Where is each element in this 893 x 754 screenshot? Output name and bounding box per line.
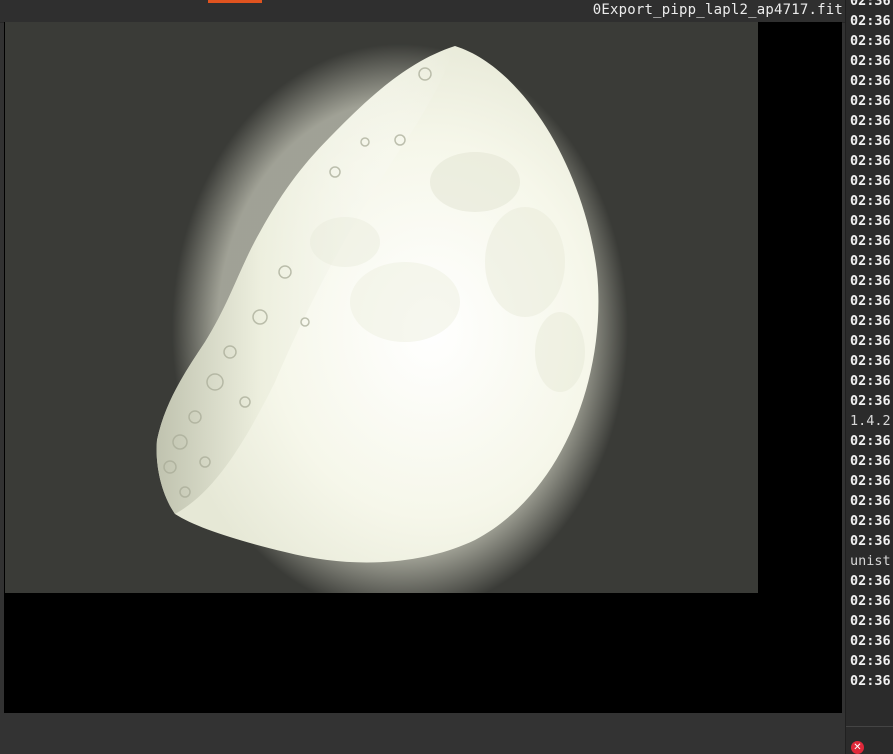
console-line: 02:36 [850,373,891,389]
console-line: 02:36 [850,213,891,229]
console-panel[interactable]: 02:36 02:36 02:36 02:36 02:36 02:36 02:36 02:36… [845,0,893,754]
console-line: 02:36 [850,313,891,329]
console-line: 02:36 [850,613,891,629]
console-line: 02:36 [850,353,891,369]
console-line: 02:36 [850,273,891,289]
console-separator [846,726,893,727]
console-line: 02:36 [850,113,891,129]
console-log: 02:36 02:36 02:36 02:36 02:36 02:36 02:36 02:36… [850,0,893,691]
viewer-bottom-bar [0,713,845,754]
console-line: 02:36 [850,173,891,189]
error-circle-icon[interactable]: ✕ [851,741,864,754]
console-line: 02:36 [850,153,891,169]
console-line: 02:36 [850,513,891,529]
console-line: 1.4.2 [850,413,891,429]
console-line: 02:36 [850,93,891,109]
console-line: 02:36 [850,233,891,249]
console-line: unist [850,553,891,569]
console-line: 02:36 [850,533,891,549]
moon-image[interactable] [5,22,758,593]
image-filename: 0Export_pipp_lapl2_ap4717.fit [592,2,843,18]
console-line: 02:36 [850,573,891,589]
console-line: 02:36 [850,593,891,609]
console-line: 02:36 [850,13,891,29]
console-line: 02:36 [850,473,891,489]
console-line: 02:36 [850,493,891,509]
active-tab-indicator[interactable] [208,0,262,3]
console-line: 02:36 [850,333,891,349]
image-tab-bar: 0Export_pipp_lapl2_ap4717.fit [0,0,845,23]
console-line: 02:36 [850,653,891,669]
siril-window: 0Export_pipp_lapl2_ap4717.fit 02:36 02:3… [0,0,893,754]
console-line: 02:36 [850,193,891,209]
console-line: 02:36 [850,53,891,69]
moon-image-render [5,22,758,593]
console-line: 02:36 [850,253,891,269]
console-line: 02:36 [850,133,891,149]
console-line: 02:36 [850,433,891,449]
console-line: 02:36 [850,33,891,49]
image-viewport[interactable] [4,22,842,713]
console-line: 02:36 [850,0,891,9]
console-line: 02:36 [850,393,891,409]
console-line: 02:36 [850,293,891,309]
console-line: 02:36 [850,633,891,649]
console-line: 02:36 [850,73,891,89]
console-line: 02:36 [850,673,891,689]
console-line: 02:36 [850,453,891,469]
